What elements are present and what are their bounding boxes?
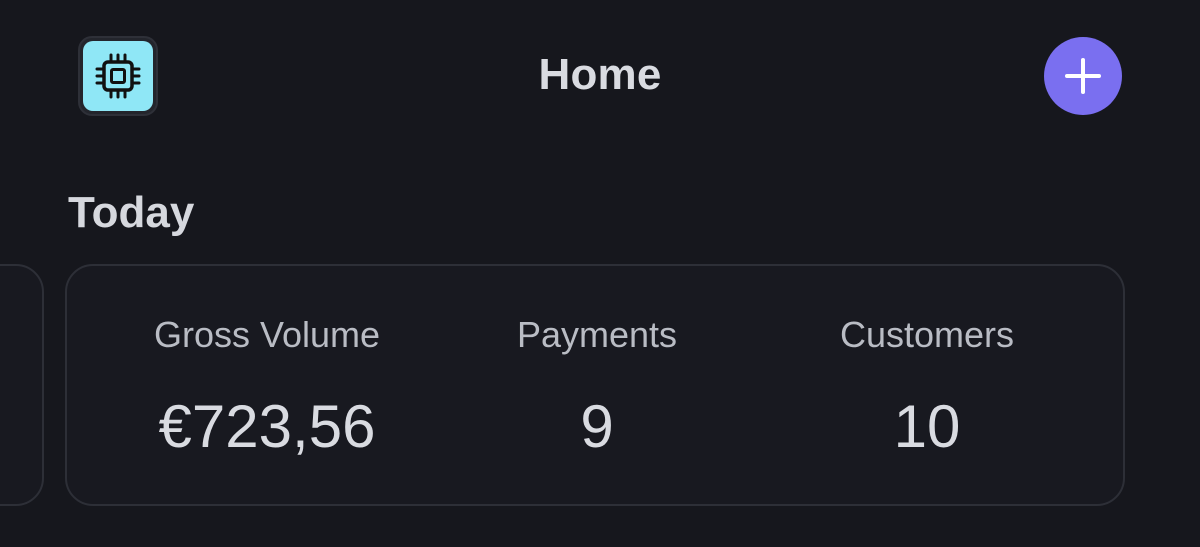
stat-value: €723,56 bbox=[158, 393, 376, 460]
page-title: Home bbox=[538, 50, 662, 99]
stat-label: Payments bbox=[516, 314, 678, 355]
stat-label: Gross Volume bbox=[153, 314, 381, 355]
stat-value: 9 bbox=[580, 393, 614, 460]
stat-payments: Payments 9 bbox=[457, 266, 737, 504]
stat-label: Customers bbox=[839, 314, 1015, 355]
stat-customers: Customers 10 bbox=[767, 266, 1087, 504]
add-button[interactable] bbox=[1044, 37, 1122, 115]
today-stats-card[interactable]: Gross Volume €723,56 Payments 9 Customer… bbox=[65, 264, 1125, 506]
plus-icon bbox=[1065, 58, 1101, 94]
home-screen: Home Today Gross Volume €723,56 Payments… bbox=[0, 0, 1200, 547]
section-title-today: Today bbox=[68, 188, 195, 237]
stat-value: 10 bbox=[893, 393, 961, 460]
previous-card-partial[interactable] bbox=[0, 264, 44, 506]
stat-gross-volume: Gross Volume €723,56 bbox=[107, 266, 427, 504]
